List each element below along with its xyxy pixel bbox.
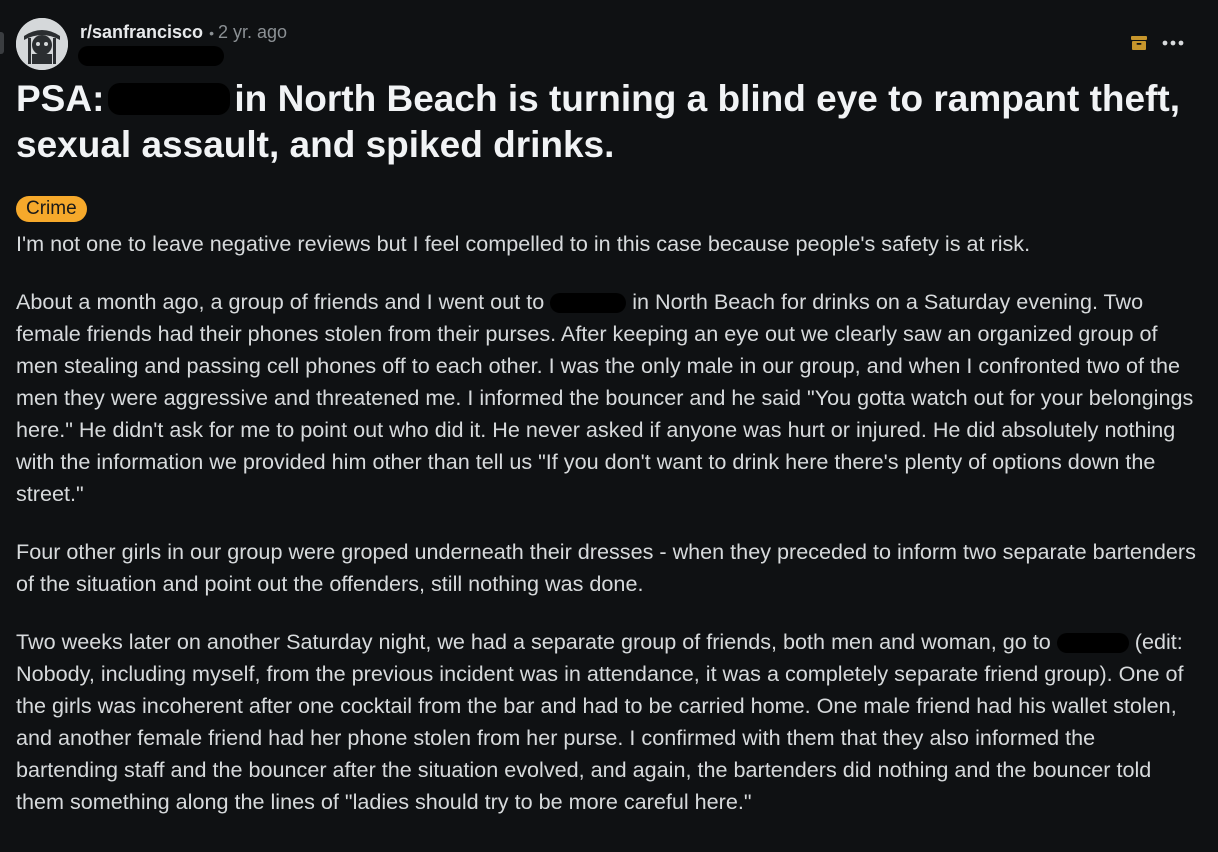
left-edge-tab: [0, 32, 4, 54]
body-paragraph-4: Two weeks later on another Saturday nigh…: [16, 626, 1202, 818]
p4-text-b: (edit: Nobody, including myself, from th…: [16, 629, 1184, 814]
body-paragraph-2: About a month ago, a group of friends an…: [16, 286, 1202, 510]
archive-icon: [1131, 36, 1147, 50]
title-redaction: [108, 83, 231, 116]
post-title[interactable]: PSA: in North Beach is turning a blind ey…: [16, 76, 1196, 168]
venue-redaction-2: [1056, 633, 1129, 654]
subreddit-link[interactable]: r/sanfrancisco: [80, 22, 203, 42]
more-options-button[interactable]: [1162, 40, 1184, 46]
p2-text-b: in North Beach for drinks on a Saturday …: [16, 289, 1194, 506]
author-redaction: [78, 46, 224, 66]
post-meta: r/sanfrancisco • 2 yr. ago: [80, 21, 287, 44]
body-paragraph-1: I'm not one to leave negative reviews bu…: [16, 231, 1031, 256]
more-options-icon: [1162, 40, 1184, 46]
meta-separator: •: [209, 25, 214, 41]
p2-text-a: About a month ago, a group of friends an…: [16, 289, 545, 314]
subreddit-logo-icon: [16, 18, 68, 70]
subreddit-avatar[interactable]: [16, 18, 68, 70]
post-age: 2 yr. ago: [217, 22, 288, 42]
post-container: r/sanfrancisco • 2 yr. ago PSA: in North Be…: [0, 0, 1218, 852]
post-flair[interactable]: Crime: [16, 196, 87, 222]
title-prefix: PSA:: [16, 78, 105, 119]
post-actions: [1130, 34, 1184, 52]
body-paragraph-3: Four other girls in our group were grope…: [16, 539, 1196, 596]
post-body: I'm not one to leave negative reviews bu…: [16, 228, 1202, 844]
p4-text-a: Two weeks later on another Saturday nigh…: [16, 629, 1051, 654]
archive-button[interactable]: [1130, 34, 1148, 52]
venue-redaction: [550, 293, 627, 314]
